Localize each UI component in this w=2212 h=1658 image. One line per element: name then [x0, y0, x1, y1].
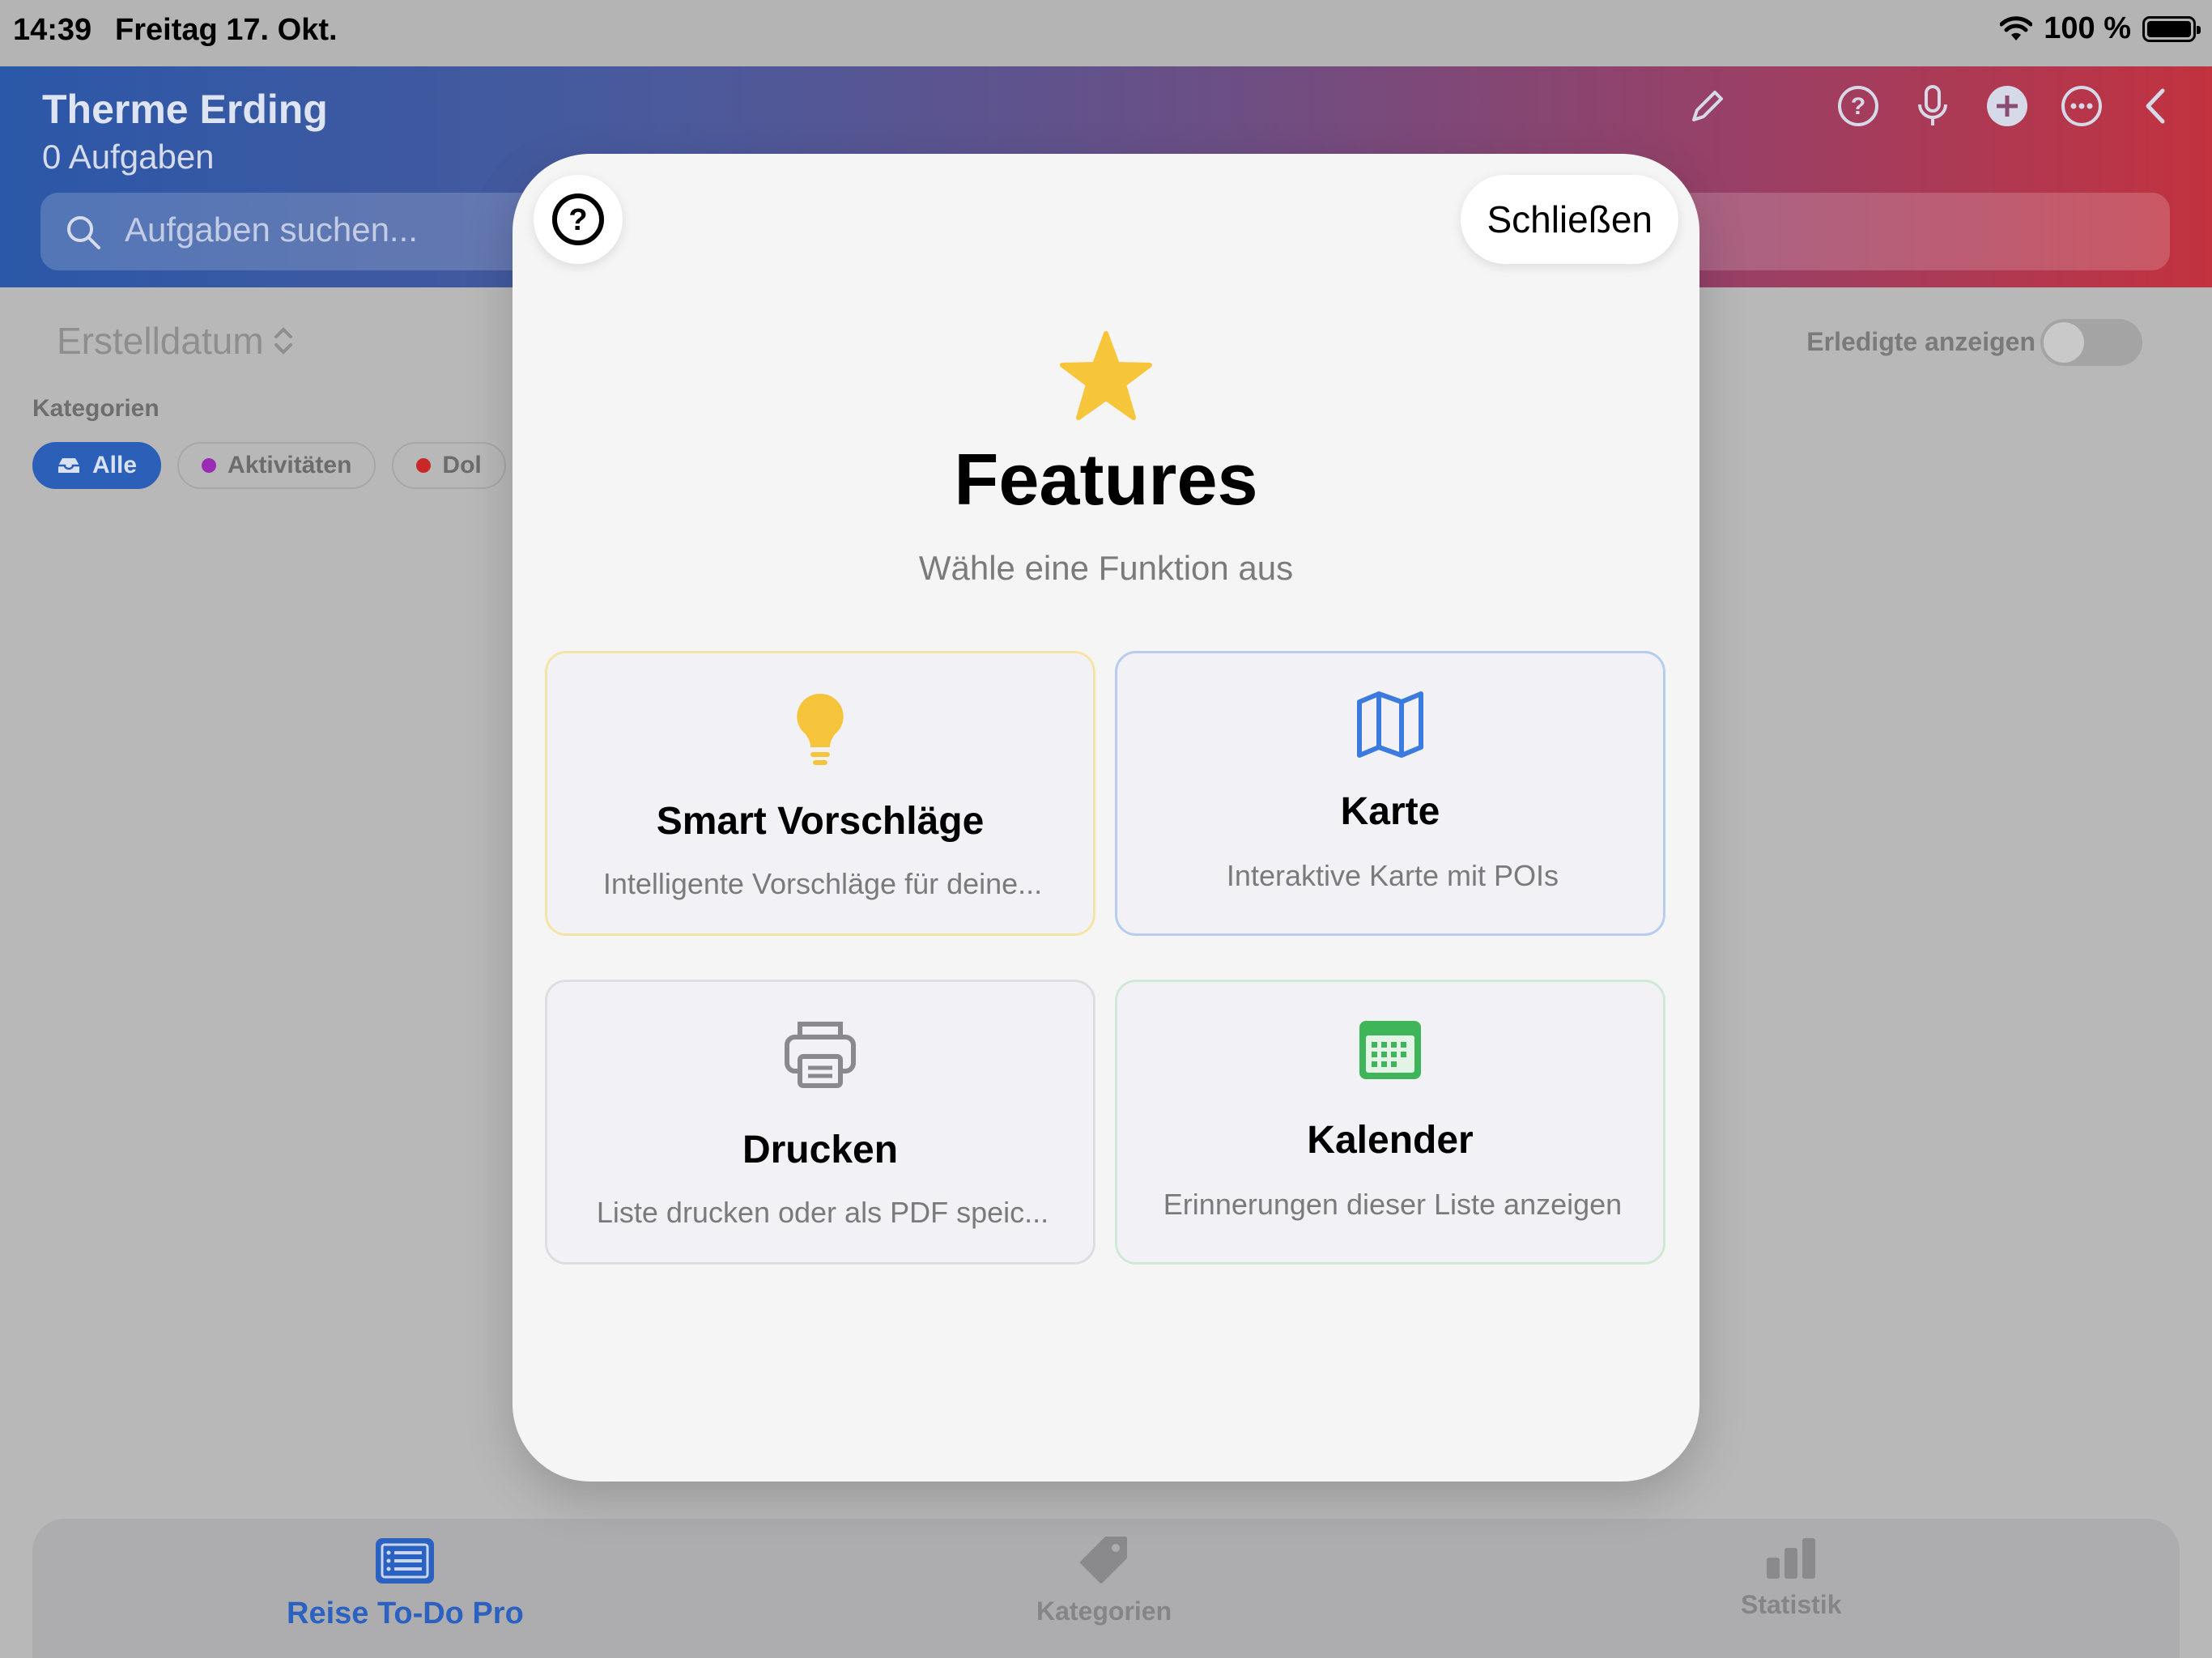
- feature-card-print[interactable]: Drucken Liste drucken oder als PDF speic…: [545, 980, 1095, 1265]
- task-count: 0 Aufgaben: [42, 138, 215, 176]
- tray-icon: [58, 458, 79, 473]
- card-description: Erinnerungen dieser Liste anzeigen: [1163, 1188, 1623, 1221]
- chip-aktivitaeten[interactable]: Aktivitäten: [177, 442, 376, 489]
- chip-dol[interactable]: Dol: [392, 442, 506, 489]
- add-icon[interactable]: [1984, 83, 2031, 130]
- tab-statistik[interactable]: Statistik: [1741, 1535, 1841, 1620]
- tab-kategorien[interactable]: Kategorien: [1036, 1535, 1172, 1626]
- card-description: Interaktive Karte mit POIs: [1226, 859, 1559, 892]
- show-done-toggle[interactable]: [2040, 319, 2142, 366]
- tab-bar: Reise To-Do Pro Kategorien Statistik: [32, 1519, 2180, 1658]
- status-right: 100 %: [2000, 11, 2201, 46]
- more-icon[interactable]: [2058, 83, 2105, 130]
- calendar-icon: [1359, 1021, 1421, 1079]
- battery-icon: [2142, 15, 2201, 42]
- list-title: Therme Erding: [42, 87, 328, 132]
- chip-label: Aktivitäten: [228, 452, 352, 478]
- category-chips: Alle Aktivitäten Dol: [32, 442, 506, 489]
- status-bar: 14:39 Freitag 17. Okt. 100 %: [0, 0, 2212, 66]
- tab-label: Reise To-Do Pro: [287, 1596, 524, 1630]
- lightbulb-icon: [797, 693, 844, 765]
- back-icon[interactable]: [2133, 83, 2180, 130]
- feature-card-calendar[interactable]: Kalender Erinnerungen dieser Liste anzei…: [1115, 980, 1665, 1265]
- help-button[interactable]: ?: [534, 175, 623, 264]
- header-toolbar: ?: [1684, 83, 2180, 130]
- svg-text:?: ?: [1851, 93, 1865, 120]
- category-dot: [202, 458, 217, 473]
- star-icon: [1060, 331, 1152, 420]
- modal-title: Features: [954, 440, 1258, 521]
- close-button[interactable]: Schließen: [1461, 175, 1678, 264]
- card-description: Liste drucken oder als PDF speic...: [596, 1196, 1049, 1229]
- chevron-updown-icon: [274, 327, 292, 355]
- sort-label: Erstelldatum: [57, 320, 264, 362]
- battery-percent: 100 %: [2044, 11, 2131, 45]
- list-icon: [376, 1538, 435, 1584]
- search-placeholder: Aufgaben suchen...: [125, 210, 418, 249]
- card-description: Intelligente Vorschläge für deine...: [602, 867, 1043, 900]
- chip-all[interactable]: Alle: [32, 442, 162, 489]
- chart-icon: [1767, 1538, 1816, 1579]
- help-icon[interactable]: ?: [1835, 83, 1882, 130]
- tab-reise-todo[interactable]: Reise To-Do Pro: [287, 1535, 524, 1631]
- microphone-icon[interactable]: [1909, 83, 1956, 130]
- status-date: Freitag 17. Okt.: [115, 13, 338, 47]
- feature-card-smart-suggestions[interactable]: Smart Vorschläge Intelligente Vorschläge…: [545, 651, 1095, 936]
- question-circle-icon: ?: [552, 193, 604, 245]
- svg-text:?: ?: [568, 203, 587, 237]
- tab-label: Statistik: [1741, 1590, 1842, 1619]
- wifi-icon: [2000, 15, 2033, 40]
- modal-subtitle: Wähle eine Funktion aus: [918, 549, 1294, 587]
- chip-label: Dol: [442, 452, 482, 478]
- tab-label: Kategorien: [1036, 1596, 1172, 1626]
- features-sheet: ? Schließen Features Wähle eine Funktion…: [513, 154, 1699, 1482]
- card-title: Smart Vorschläge: [656, 800, 985, 843]
- pencil-icon[interactable]: [1684, 83, 1731, 130]
- card-title: Kalender: [1307, 1119, 1474, 1162]
- categories-title: Kategorien: [32, 395, 160, 422]
- chip-label: Alle: [92, 452, 138, 478]
- status-time: 14:39: [13, 13, 92, 47]
- show-done-label: Erledigte anzeigen: [1806, 327, 2035, 356]
- sort-selector[interactable]: Erstelldatum: [57, 319, 295, 363]
- map-icon: [1357, 691, 1423, 758]
- category-dot: [416, 458, 432, 473]
- card-title: Drucken: [742, 1129, 899, 1171]
- feature-card-map[interactable]: Karte Interaktive Karte mit POIs: [1115, 651, 1665, 936]
- card-title: Karte: [1340, 790, 1440, 833]
- printer-icon: [785, 1022, 856, 1088]
- search-icon: [67, 216, 100, 249]
- tag-icon: [1079, 1537, 1127, 1584]
